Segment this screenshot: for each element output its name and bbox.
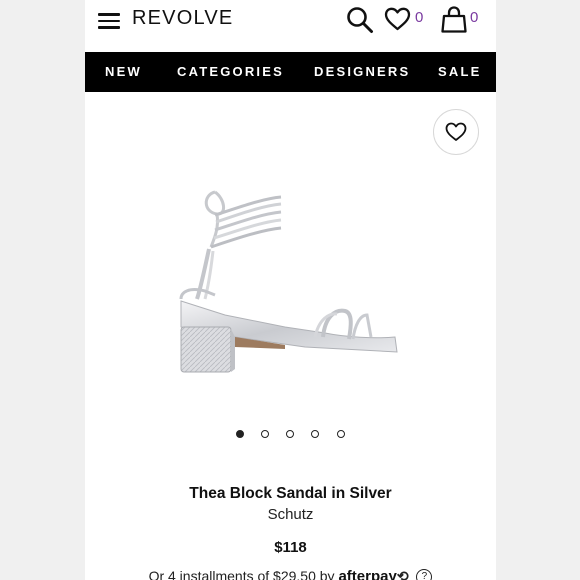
product-image-sandal [179, 190, 398, 373]
afterpay-help-icon[interactable]: ? [416, 569, 433, 580]
gallery-pagination [85, 430, 496, 442]
gallery-dot[interactable] [286, 430, 294, 438]
product-page: REVOLVE 0 0 NEW CATEGORIES DESIGNERS SAL… [85, 0, 496, 580]
product-price: $118 [274, 539, 307, 556]
gallery-dot[interactable] [261, 430, 269, 438]
nav-item-sale[interactable]: SALE [438, 52, 481, 92]
revolve-logo[interactable]: REVOLVE [132, 7, 233, 30]
product-image-gallery[interactable] [85, 92, 496, 452]
category-nav: NEW CATEGORIES DESIGNERS SALE [85, 52, 496, 92]
afterpay-arrow-icon: ⟲ [396, 568, 409, 580]
nav-item-categories[interactable]: CATEGORIES [177, 52, 284, 92]
hamburger-menu-icon[interactable] [98, 13, 120, 29]
gallery-dot[interactable] [236, 430, 244, 438]
shopping-bag-icon[interactable] [441, 6, 467, 33]
top-header: REVOLVE 0 0 [85, 0, 496, 52]
product-title: Thea Block Sandal in Silver [189, 485, 392, 502]
afterpay-logo: afterpay [338, 568, 397, 580]
installment-text: Or 4 installments of $29.50 by [148, 568, 335, 580]
add-to-wishlist-button[interactable] [433, 109, 479, 155]
cart-count: 0 [470, 9, 479, 26]
gallery-dot[interactable] [311, 430, 319, 438]
wishlist-count: 0 [415, 9, 424, 26]
wishlist-heart-icon[interactable] [384, 7, 411, 31]
product-brand-link[interactable]: Schutz [85, 506, 496, 523]
heart-icon [445, 122, 467, 141]
afterpay-installments: Or 4 installments of $29.50 by afterpay⟲… [85, 568, 496, 580]
nav-item-new[interactable]: NEW [105, 52, 142, 92]
nav-item-designers[interactable]: DESIGNERS [314, 52, 410, 92]
gallery-dot[interactable] [337, 430, 345, 438]
search-icon[interactable] [346, 6, 374, 34]
